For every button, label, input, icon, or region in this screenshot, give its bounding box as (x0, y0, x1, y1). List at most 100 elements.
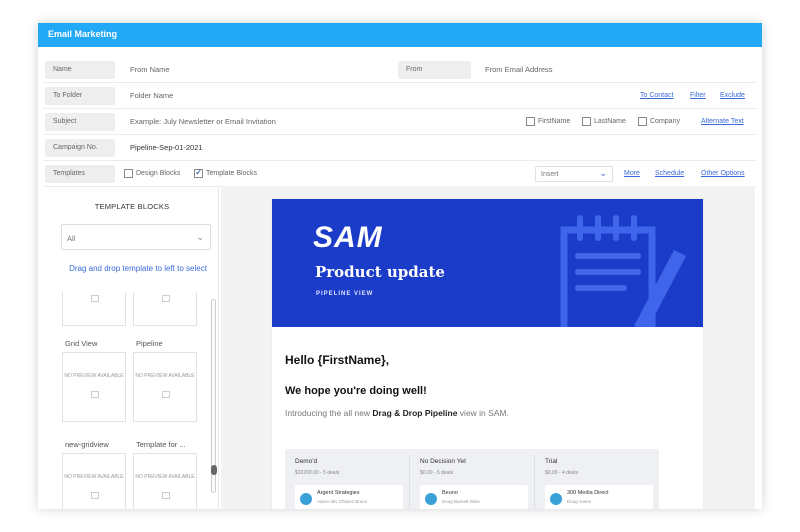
banner-subheading: PIPELINE VIEW (316, 291, 374, 297)
template-name: Grid View (65, 339, 98, 348)
template-name: Template for ... (136, 440, 186, 449)
from-name-input[interactable]: From Name (130, 65, 170, 74)
other-options-link[interactable]: Other Options (701, 170, 745, 177)
clipboard-edit-icon (560, 215, 686, 327)
firstname-checkbox-label: FirstName (538, 118, 571, 125)
email-intro: Introducing the all new Drag & Drop Pipe… (285, 408, 509, 418)
deal-card: Argent Strategies Aaron dev Chavez Bruno (295, 485, 403, 509)
campaign-row: Campaign No. Pipeline-Sep-01-2021 (43, 135, 757, 161)
image-placeholder-icon (91, 391, 99, 398)
design-blocks-label: Design Blocks (136, 170, 181, 177)
alternate-text-link[interactable]: Alternate Text (701, 118, 744, 125)
deal-card: 300 Media Direct Doug Jones (545, 485, 653, 509)
templates-row: Templates Design Blocks Template Blocks … (43, 161, 757, 187)
from-label: From (398, 61, 471, 79)
lastname-checkbox[interactable] (582, 117, 591, 126)
template-thumbnail-new-gridview[interactable]: NO PREVIEW AVAILABLE (62, 453, 126, 509)
no-preview-text: NO PREVIEW AVAILABLE (135, 373, 195, 379)
subject-row: Subject Example: July Newsletter or Emai… (43, 109, 757, 135)
templates-label: Templates (45, 165, 115, 183)
insert-select-value: Insert (541, 171, 559, 178)
chevron-down-icon: ⌄ (599, 168, 607, 178)
intro-text-end: view in SAM. (457, 408, 509, 418)
insert-select[interactable]: Insert ⌄ (535, 166, 613, 182)
window-title: Email Marketing (38, 23, 762, 47)
to-folder-label: To Folder (45, 87, 115, 105)
email-greeting: Hello {FirstName}, (285, 353, 390, 367)
image-placeholder-icon (91, 492, 99, 499)
template-thumbnail[interactable] (62, 292, 126, 326)
filter-link[interactable]: Filter (690, 92, 706, 99)
banner-heading: Product update (315, 263, 445, 281)
deal-person: Aaron dev Chavez Bruno (317, 499, 368, 504)
from-email-input[interactable]: From Email Address (485, 65, 553, 74)
column-divider (534, 455, 535, 509)
intro-text-bold: Drag & Drop Pipeline (372, 408, 458, 418)
company-checkbox[interactable] (638, 117, 647, 126)
firstname-checkbox[interactable] (526, 117, 535, 126)
name-row: Name From Name From From Email Address (43, 57, 757, 83)
avatar (300, 493, 312, 505)
sam-logo: SAM (313, 221, 383, 254)
avatar (425, 493, 437, 505)
email-canvas: SAM Product update PIPELINE VIEW Hello {… (221, 186, 755, 509)
column-header: No Decision Yet (420, 458, 466, 465)
subject-label: Subject (45, 113, 115, 131)
template-name: Pipeline (136, 339, 163, 348)
template-list-scrollbar[interactable] (211, 299, 216, 493)
template-thumbnail-template-for[interactable]: NO PREVIEW AVAILABLE (133, 453, 197, 509)
name-label: Name (45, 61, 115, 79)
column-header: Demo'd (295, 458, 318, 465)
column-summary: $0.00 - 4 deals (545, 470, 579, 476)
column-header: Trial (545, 458, 558, 465)
pipeline-column-demod: Demo'd $10200.00 - 5 deals Argent Strate… (289, 455, 407, 509)
scrollbar-thumb[interactable] (211, 465, 217, 475)
pipeline-preview: Demo'd $10200.00 - 5 deals Argent Strate… (285, 449, 659, 509)
column-summary: $0.00 - 5 deals (420, 470, 454, 476)
template-blocks-label: Template Blocks (206, 170, 257, 177)
design-blocks-checkbox[interactable] (124, 169, 133, 178)
pipeline-column-trial: Trial $0.00 - 4 deals 300 Media Direct D… (539, 455, 657, 509)
to-folder-row: To Folder Folder Name To Contact Filter … (43, 83, 757, 109)
template-blocks-title: TEMPLATE BLOCKS (94, 202, 170, 211)
chevron-down-icon: ⌄ (196, 232, 204, 242)
image-placeholder-icon (162, 295, 170, 302)
campaign-label: Campaign No. (45, 139, 115, 157)
column-summary: $10200.00 - 5 deals (295, 470, 340, 476)
email-headline: We hope you're doing well! (285, 385, 427, 397)
deal-name: Argent Strategies (317, 490, 360, 496)
template-thumbnail[interactable] (133, 292, 197, 326)
avatar (550, 493, 562, 505)
template-thumbnail-pipeline[interactable]: NO PREVIEW AVAILABLE (133, 352, 197, 422)
template-blocks-checkbox[interactable] (194, 167, 203, 178)
deal-card: Beuno Doug Burnett Wise (420, 485, 528, 509)
deal-name: Beuno (442, 490, 458, 496)
template-filter-select[interactable]: All ⌄ (61, 224, 211, 250)
deal-name: 300 Media Direct (567, 490, 609, 496)
email-marketing-window: Email Marketing Name From Name From From… (38, 23, 762, 509)
folder-name-input[interactable]: Folder Name (130, 91, 173, 100)
company-checkbox-label: Company (650, 118, 680, 125)
image-placeholder-icon (162, 492, 170, 499)
email-preview[interactable]: SAM Product update PIPELINE VIEW Hello {… (272, 199, 703, 509)
pipeline-column-no-decision: No Decision Yet $0.00 - 5 deals Beuno Do… (414, 455, 532, 509)
column-divider (409, 455, 410, 509)
deal-person: Doug Burnett Wise (442, 499, 480, 504)
schedule-link[interactable]: Schedule (655, 170, 684, 177)
template-blocks-panel: TEMPLATE BLOCKS All ⌄ Drag and drop temp… (45, 186, 219, 509)
intro-text-start: Introducing the all new (285, 408, 373, 418)
template-list: Grid View Pipeline NO PREVIEW AVAILABLE … (45, 292, 219, 509)
template-name: new-gridview (65, 440, 109, 449)
to-contact-link[interactable]: To Contact (640, 92, 673, 99)
subject-input[interactable]: Example: July Newsletter or Email Invita… (130, 117, 276, 126)
exclude-link[interactable]: Exclude (720, 92, 745, 99)
deal-person: Doug Jones (567, 499, 592, 504)
email-banner: SAM Product update PIPELINE VIEW (272, 199, 703, 327)
no-preview-text: NO PREVIEW AVAILABLE (64, 474, 124, 480)
lastname-checkbox-label: LastName (594, 118, 626, 125)
template-thumbnail-grid-view[interactable]: NO PREVIEW AVAILABLE (62, 352, 126, 422)
template-filter-value: All (67, 234, 76, 243)
no-preview-text: NO PREVIEW AVAILABLE (135, 474, 195, 480)
more-link[interactable]: More (624, 170, 640, 177)
campaign-input[interactable]: Pipeline-Sep-01-2021 (130, 143, 203, 152)
